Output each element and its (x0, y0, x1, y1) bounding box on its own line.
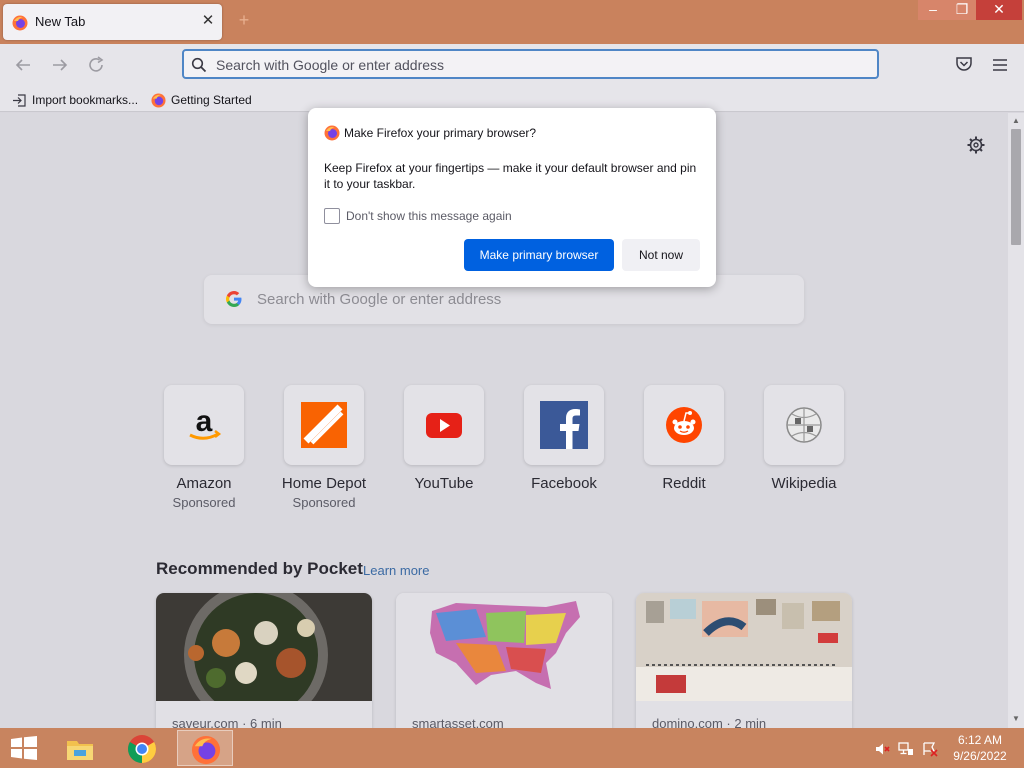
taskbar-chrome[interactable] (114, 730, 170, 766)
back-icon[interactable] (12, 54, 34, 76)
make-primary-browser-button[interactable]: Make primary browser (464, 239, 614, 271)
top-site-tile[interactable]: a (164, 385, 244, 465)
bookmark-label: Import bookmarks... (32, 93, 139, 107)
navigation-toolbar: Search with Google or enter address (0, 44, 1024, 86)
reddit-icon (666, 407, 702, 443)
top-site-amazon[interactable]: a Amazon Sponsored (154, 385, 254, 510)
wikipedia-icon (786, 407, 822, 443)
address-bar-placeholder: Search with Google or enter address (216, 57, 445, 73)
pocket-card[interactable]: saveur.com · 6 min (156, 593, 372, 728)
gear-icon[interactable] (966, 135, 986, 155)
pocket-learn-more-link[interactable]: Learn more (363, 563, 429, 578)
top-site-youtube[interactable]: YouTube (394, 385, 494, 492)
facebook-icon (540, 401, 588, 449)
bookmark-label: Getting Started (171, 93, 252, 107)
content-search-placeholder: Search with Google or enter address (257, 291, 502, 308)
top-site-home-depot[interactable]: Home Depot Sponsored (274, 385, 374, 510)
dialog-title: Make Firefox your primary browser? (344, 126, 537, 140)
title-bar: New Tab ✕ + – ❐ ✕ (0, 0, 1024, 44)
chrome-icon (128, 735, 156, 763)
pocket-card-image (636, 593, 852, 701)
top-site-name: Reddit (662, 475, 706, 492)
forward-icon[interactable] (49, 54, 71, 76)
not-now-button[interactable]: Not now (622, 239, 700, 271)
firefox-icon (151, 92, 166, 108)
top-site-name: YouTube (414, 475, 474, 492)
top-site-sponsored-label: Sponsored (172, 495, 236, 510)
firefox-icon (324, 125, 340, 141)
scroll-thumb[interactable] (1011, 129, 1021, 245)
dialog-body: Keep Firefox at your fingertips — make i… (324, 161, 697, 191)
top-site-tile[interactable] (404, 385, 484, 465)
taskbar-firefox[interactable] (177, 730, 233, 766)
taskbar-file-explorer[interactable] (52, 730, 108, 766)
top-site-tile[interactable] (284, 385, 364, 465)
google-icon (226, 291, 242, 307)
file-explorer-icon (67, 741, 93, 760)
window-minimize-button[interactable]: – (918, 0, 948, 20)
pocket-heading: Recommended by Pocket (156, 559, 363, 578)
top-site-reddit[interactable]: Reddit (634, 385, 734, 492)
top-site-wikipedia[interactable]: Wikipedia (754, 385, 854, 492)
pocket-card-source: domino.com · 2 min (652, 716, 767, 728)
top-site-name: Amazon (176, 475, 232, 492)
amazon-icon: a (189, 405, 222, 440)
firefox-icon (191, 735, 221, 765)
pocket-card-image (396, 593, 612, 701)
hamburger-menu-icon[interactable] (990, 55, 1010, 75)
top-site-tile[interactable] (524, 385, 604, 465)
pocket-card[interactable]: domino.com · 2 min (636, 593, 852, 728)
tab-new-tab[interactable]: New Tab ✕ (3, 4, 222, 40)
scroll-up-icon[interactable]: ▲ (1012, 117, 1020, 125)
search-icon (191, 57, 207, 73)
action-center-warning-icon[interactable] (922, 741, 938, 757)
new-tab-button[interactable]: + (234, 10, 254, 30)
pocket-card-image (156, 593, 372, 701)
window-maximize-button[interactable]: ❐ (948, 0, 976, 20)
dont-show-again-label[interactable]: Don't show this message again (346, 209, 512, 223)
volume-muted-icon[interactable] (874, 741, 890, 757)
pocket-card-source: saveur.com · 6 min (172, 716, 282, 728)
top-site-name: Home Depot (281, 475, 367, 492)
scrollbar[interactable]: ▲ ▼ (1008, 113, 1024, 728)
reload-icon[interactable] (85, 54, 107, 76)
pocket-icon[interactable] (954, 54, 974, 74)
clock-date[interactable]: 9/26/2022 (948, 749, 1012, 763)
taskbar: 6:12 AM 9/26/2022 (0, 728, 1024, 768)
svg-text:a: a (196, 405, 213, 438)
import-icon (13, 93, 26, 107)
scroll-down-icon[interactable]: ▼ (1012, 715, 1020, 723)
top-site-facebook[interactable]: Facebook (514, 385, 614, 492)
tab-close-button[interactable]: ✕ (199, 12, 217, 30)
top-site-tile[interactable] (764, 385, 844, 465)
tab-title: New Tab (35, 14, 86, 29)
pocket-card-source: smartasset.com (412, 716, 504, 728)
top-site-name: Facebook (531, 475, 597, 492)
window-close-button[interactable]: ✕ (976, 0, 1022, 20)
top-site-name: Wikipedia (771, 475, 837, 492)
network-icon[interactable] (898, 741, 914, 757)
home-depot-icon (301, 402, 347, 448)
default-browser-dialog: Make Firefox your primary browser? Keep … (308, 108, 716, 287)
top-site-sponsored-label: Sponsored (292, 495, 356, 510)
address-bar[interactable]: Search with Google or enter address (182, 49, 879, 79)
youtube-icon (426, 413, 462, 438)
pocket-card[interactable]: smartasset.com (396, 593, 612, 728)
dont-show-again-checkbox[interactable] (324, 208, 340, 224)
top-site-tile[interactable] (644, 385, 724, 465)
bookmark-import[interactable]: Import bookmarks... (12, 91, 138, 109)
firefox-icon (12, 15, 28, 31)
clock-time[interactable]: 6:12 AM (948, 733, 1012, 747)
windows-start-icon[interactable] (10, 736, 38, 760)
bookmark-getting-started[interactable]: Getting Started (151, 91, 252, 109)
